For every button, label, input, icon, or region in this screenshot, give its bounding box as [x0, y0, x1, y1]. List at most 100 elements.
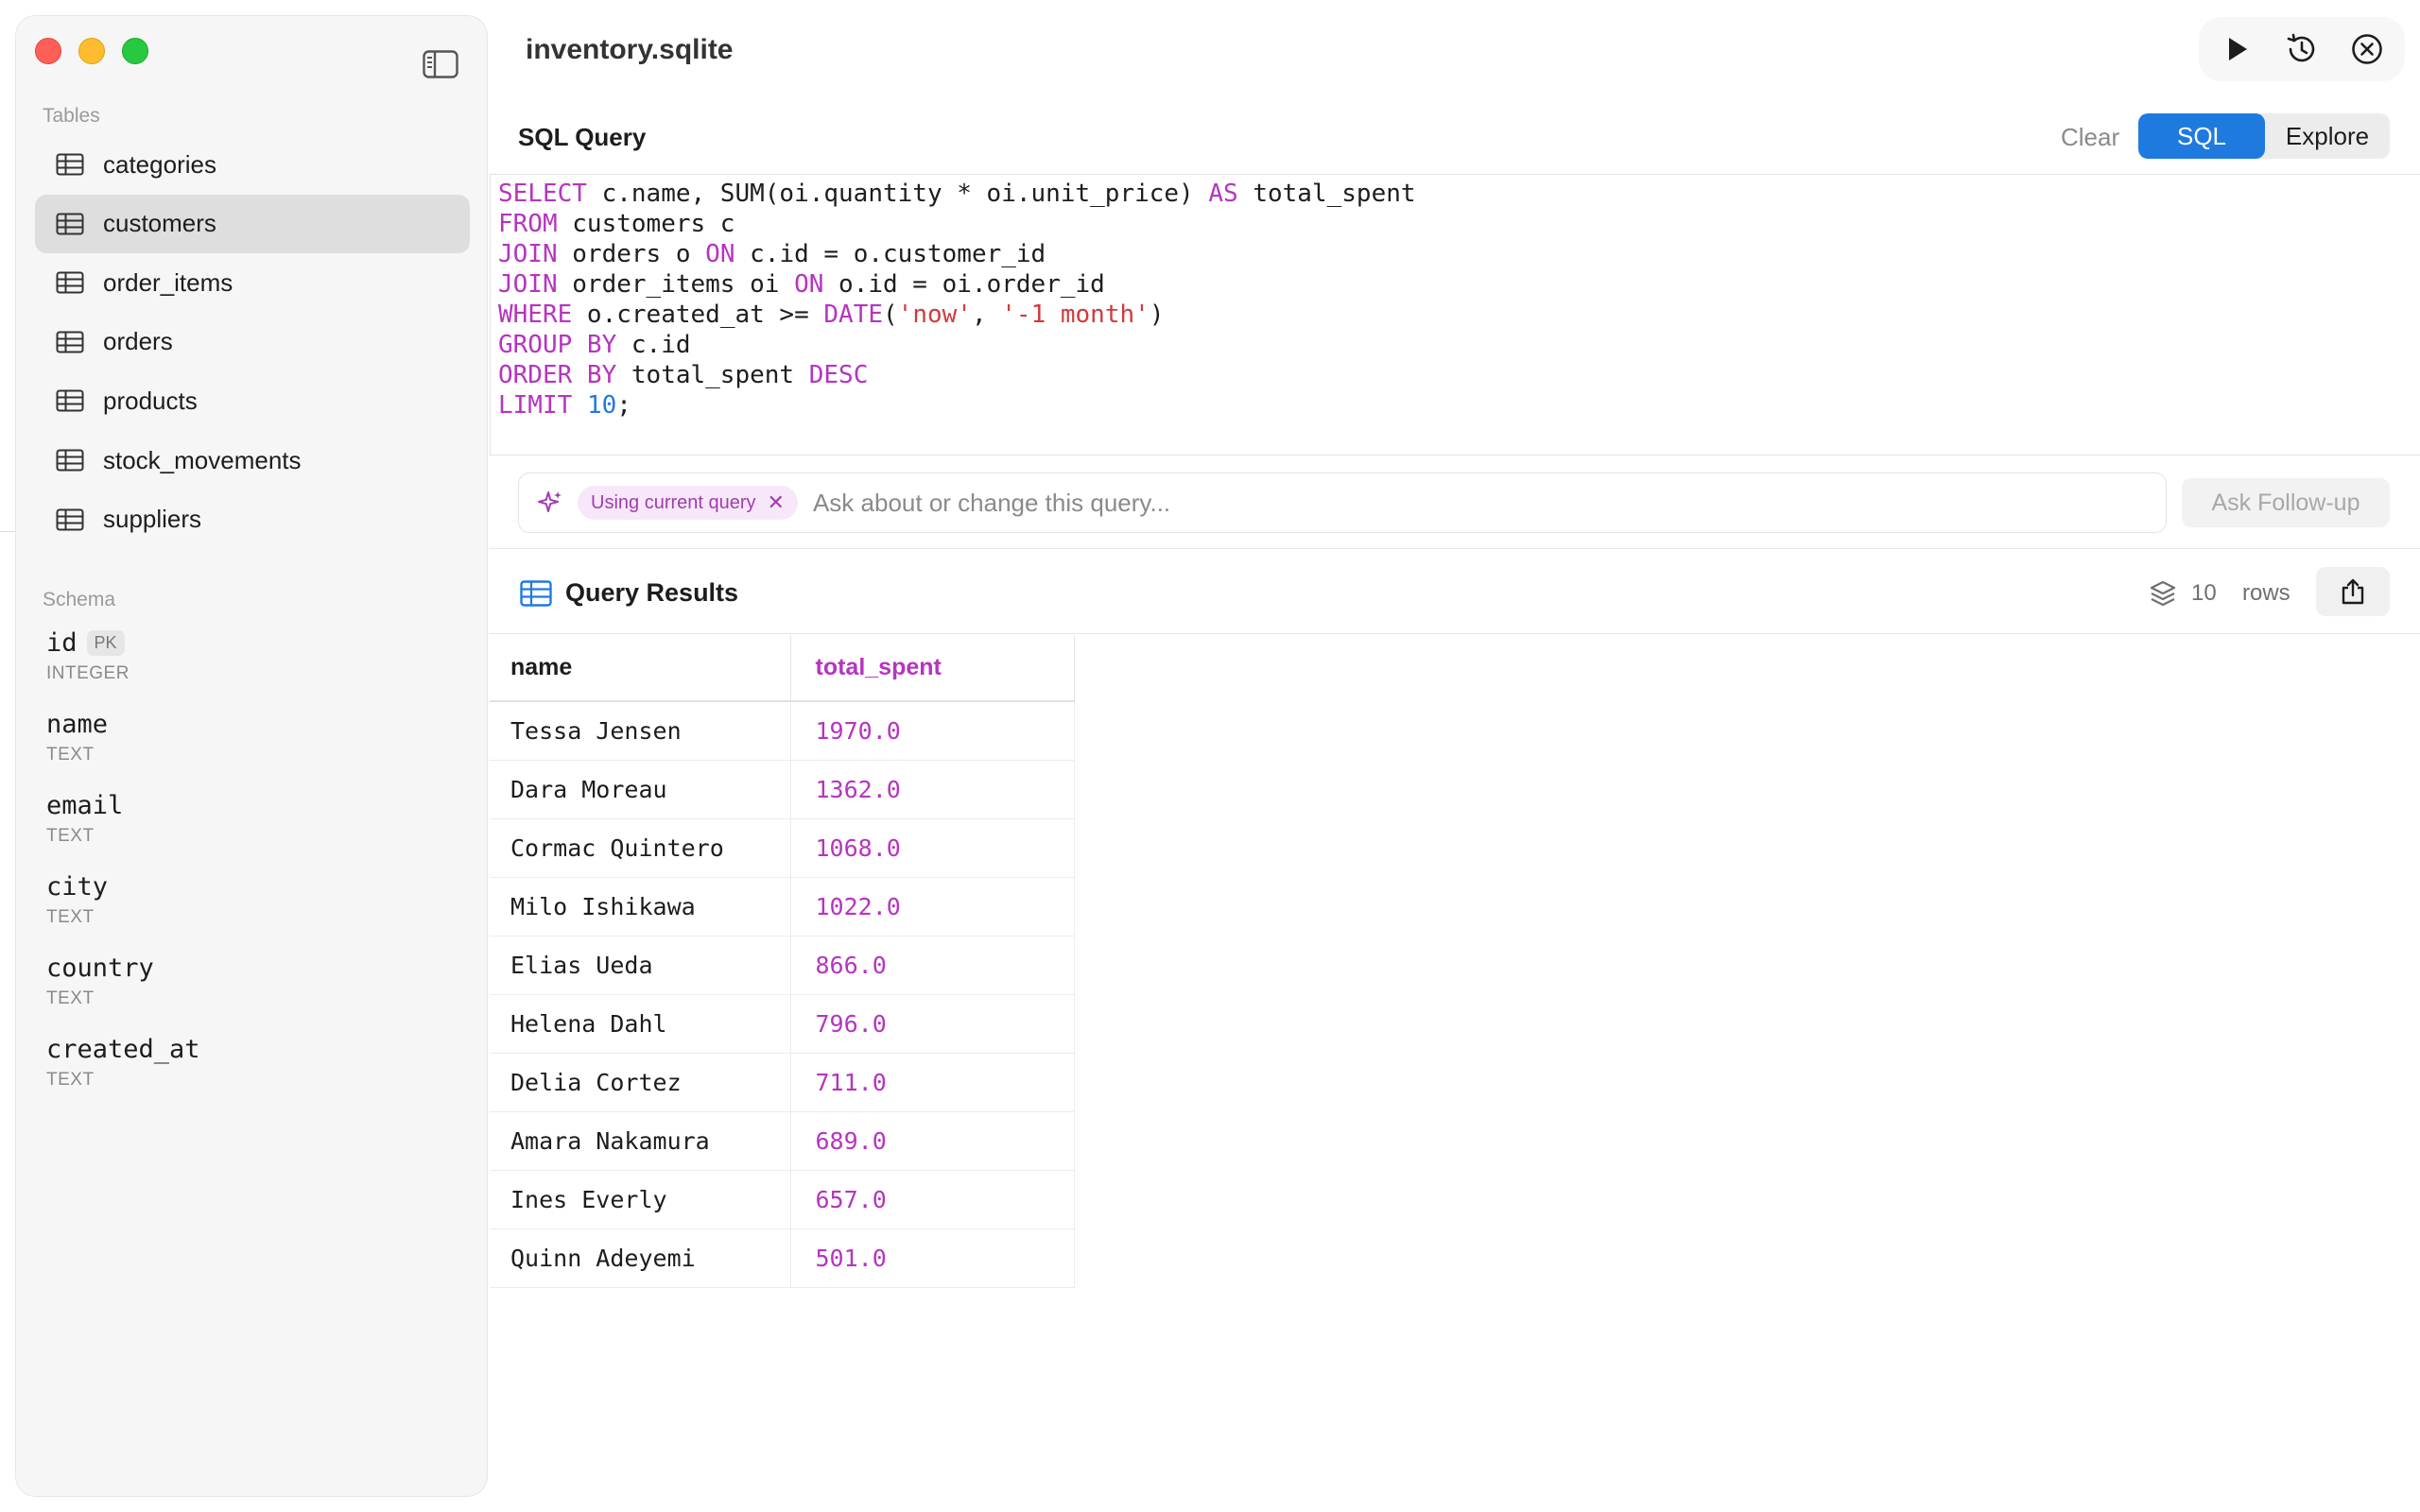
cell-total-spent[interactable]: 866.0 — [790, 936, 1075, 995]
sql-keyword: AS — [1208, 180, 1238, 208]
ask-input[interactable] — [812, 488, 2166, 518]
sidebar-table-orders[interactable]: orders — [35, 313, 470, 371]
schema-field-name: name TEXT — [46, 710, 108, 765]
cell-name[interactable]: Helena Dahl — [490, 994, 791, 1054]
cell-name[interactable]: Ines Everly — [490, 1170, 791, 1229]
cell-name[interactable]: Tessa Jensen — [490, 701, 791, 761]
cell-name[interactable]: Elias Ueda — [490, 936, 791, 995]
field-name: email — [46, 791, 124, 820]
field-type: TEXT — [46, 826, 95, 846]
table-icon — [56, 508, 84, 531]
current-query-chip: Using current query ✕ — [578, 486, 798, 520]
sql-keyword: DATE — [823, 301, 884, 329]
sql-keyword: WHERE — [498, 301, 573, 329]
sidebar-table-categories[interactable]: categories — [35, 135, 470, 194]
column-header-total-spent[interactable]: total_spent — [790, 635, 1075, 702]
cell-total-spent[interactable]: 1970.0 — [790, 701, 1075, 761]
sql-text: , — [971, 301, 1002, 329]
table-row[interactable]: Helena Dahl 796.0 — [490, 994, 1075, 1054]
layers-icon — [2148, 578, 2178, 609]
cell-name[interactable]: Delia Cortez — [490, 1053, 791, 1112]
sql-editor[interactable]: SELECT c.name, SUM(oi.quantity * oi.unit… — [490, 174, 2420, 455]
sidebar-table-label: stock_movements — [103, 445, 302, 474]
column-header-name[interactable]: name — [490, 635, 791, 702]
sql-keyword: LIMIT — [498, 391, 573, 420]
table-row[interactable]: Milo Ishikawa 1022.0 — [490, 877, 1075, 936]
field-type: TEXT — [46, 988, 95, 1008]
schema-field-created-at: created_at TEXT — [46, 1035, 200, 1091]
sql-line: ORDER BY total_spent DESC — [498, 360, 2412, 390]
sql-text: o.id = oi.order_id — [823, 270, 1105, 299]
table-row[interactable]: Dara Moreau 1362.0 — [490, 760, 1075, 819]
history-icon[interactable] — [2283, 30, 2321, 68]
sql-text: order_items oi — [557, 270, 795, 299]
cell-name[interactable]: Quinn Adeyemi — [490, 1228, 791, 1288]
sql-text: customers c — [557, 210, 735, 238]
sql-keyword: JOIN — [498, 270, 558, 299]
table-row[interactable]: Delia Cortez 711.0 — [490, 1053, 1075, 1112]
share-icon — [2342, 578, 2364, 605]
cell-name[interactable]: Amara Nakamura — [490, 1111, 791, 1171]
sidebar-table-order-items[interactable]: order_items — [35, 253, 470, 312]
window-minimize-button[interactable] — [78, 38, 105, 64]
sql-text: total_spent — [616, 361, 809, 389]
sql-mode-button[interactable]: SQL — [2138, 113, 2265, 159]
cell-total-spent[interactable]: 711.0 — [790, 1053, 1075, 1112]
table-icon — [56, 389, 84, 412]
sql-text: c.name, SUM(oi.quantity * oi.unit_price) — [586, 180, 1209, 208]
table-row[interactable]: Ines Everly 657.0 — [490, 1170, 1075, 1229]
cell-total-spent[interactable]: 796.0 — [790, 994, 1075, 1054]
field-type: TEXT — [46, 907, 95, 927]
cell-total-spent[interactable]: 1068.0 — [790, 818, 1075, 878]
table-row[interactable]: Amara Nakamura 689.0 — [490, 1111, 1075, 1171]
sidebar-toggle-icon[interactable] — [423, 50, 458, 78]
cell-total-spent[interactable]: 501.0 — [790, 1228, 1075, 1288]
table-row[interactable]: Quinn Adeyemi 501.0 — [490, 1228, 1075, 1288]
cell-total-spent[interactable]: 689.0 — [790, 1111, 1075, 1171]
schema-field-country: country TEXT — [46, 954, 154, 1009]
chip-label: Using current query — [591, 491, 756, 513]
cell-name[interactable]: Milo Ishikawa — [490, 877, 791, 936]
sidebar-divider — [0, 531, 15, 532]
window-zoom-button[interactable] — [122, 38, 148, 64]
sidebar-table-label: categories — [103, 149, 216, 179]
cell-name[interactable]: Cormac Quintero — [490, 818, 791, 878]
table-icon — [56, 271, 84, 294]
results-title: Query Results — [565, 578, 739, 607]
sidebar-table-customers[interactable]: customers — [35, 194, 470, 253]
sql-text: o.created_at >= — [572, 301, 824, 329]
cell-name[interactable]: Dara Moreau — [490, 760, 791, 819]
sql-keyword: SELECT — [498, 180, 587, 208]
results-table: name total_spent Tessa Jensen 1970.0 Dara … — [490, 635, 1075, 1288]
sql-line: FROM customers c — [498, 209, 2412, 239]
cell-total-spent[interactable]: 1022.0 — [790, 877, 1075, 936]
table-row[interactable]: Cormac Quintero 1068.0 — [490, 818, 1075, 878]
sql-keyword: GROUP BY — [498, 331, 617, 359]
window-close-button[interactable] — [35, 38, 61, 64]
sidebar-table-stock-movements[interactable]: stock_movements — [35, 431, 470, 490]
ask-followup-button[interactable]: Ask Follow-up — [2182, 478, 2390, 527]
play-icon[interactable] — [2218, 30, 2256, 68]
clear-button[interactable]: Clear — [2061, 123, 2119, 152]
sql-line: JOIN orders o ON c.id = o.customer_id — [498, 239, 2412, 269]
schema-section-label: Schema — [43, 589, 116, 610]
table-icon — [56, 331, 84, 353]
sql-text: orders o — [557, 240, 706, 268]
sidebar-table-products[interactable]: products — [35, 371, 470, 430]
sql-string: 'now' — [897, 301, 972, 329]
field-type: INTEGER — [46, 663, 130, 683]
sparkle-icon — [536, 489, 564, 517]
export-button[interactable] — [2316, 567, 2390, 616]
chip-remove-icon[interactable]: ✕ — [768, 490, 785, 515]
close-circle-icon[interactable] — [2348, 30, 2386, 68]
table-row[interactable]: Tessa Jensen 1970.0 — [490, 701, 1075, 761]
cell-total-spent[interactable]: 1362.0 — [790, 760, 1075, 819]
sql-text: ( — [883, 301, 898, 329]
sidebar-table-label: orders — [103, 327, 173, 356]
sidebar-table-suppliers[interactable]: suppliers — [35, 490, 470, 549]
sql-keyword: FROM — [498, 210, 558, 238]
table-row[interactable]: Elias Ueda 866.0 — [490, 936, 1075, 995]
explore-mode-button[interactable]: Explore — [2265, 113, 2390, 159]
cell-total-spent[interactable]: 657.0 — [790, 1170, 1075, 1229]
